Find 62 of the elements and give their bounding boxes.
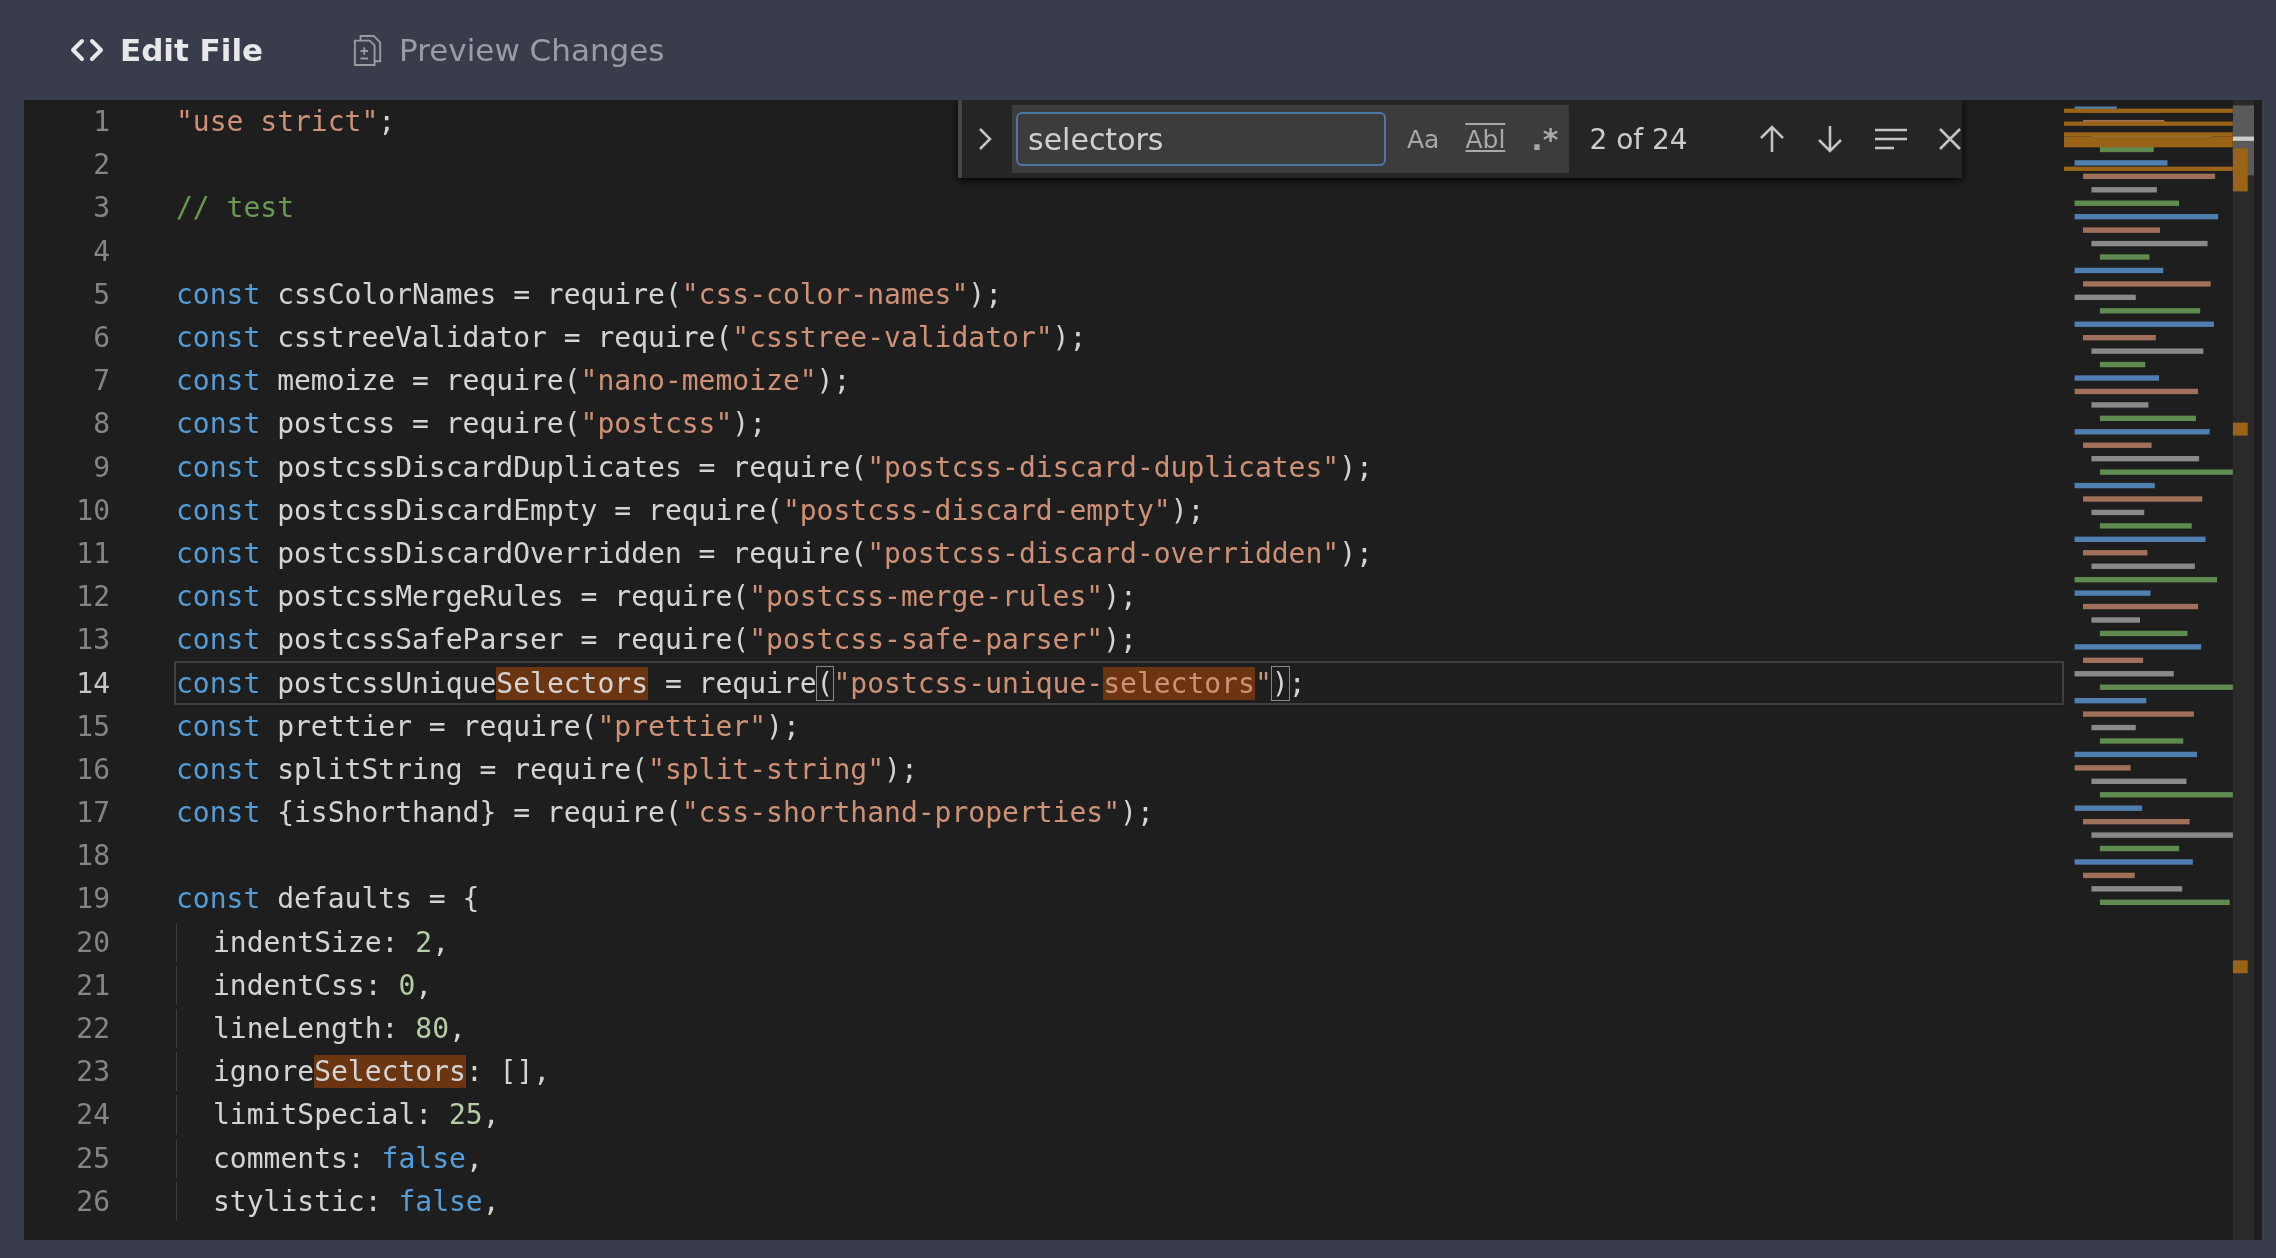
search-option-toggle[interactable]: Aa xyxy=(1402,121,1445,157)
line-number: 7 xyxy=(92,364,110,398)
line-number: 10 xyxy=(75,493,110,527)
search-option-toggle[interactable]: .* xyxy=(1526,118,1564,160)
line-number: 3 xyxy=(92,191,110,225)
lines-icon[interactable] xyxy=(1874,127,1908,151)
line-number: 1 xyxy=(92,105,110,139)
code-line: const csstreeValidator = require("csstree-validator"); xyxy=(175,320,1088,357)
code-line: "use strict"; xyxy=(175,104,397,141)
line-number: 22 xyxy=(75,1012,110,1046)
code-line: indentCss: 0, xyxy=(174,963,435,1007)
match-count: 2 of 24 xyxy=(1589,122,1689,156)
line-number: 11 xyxy=(75,536,110,570)
code-line: lineLength: 80, xyxy=(174,1006,468,1051)
code-line: const {isShorthand} = require("css-shorthand-properties"); xyxy=(175,795,1155,832)
code-line: const postcssDiscardDuplicates = require("postcss-discard-duplicates"); xyxy=(175,449,1374,486)
code-line: ignoreSelectors: [], xyxy=(174,1050,553,1094)
code-line: const postcssMergeRules = require("postcss-merge-rules"); xyxy=(175,579,1138,616)
code-line: const prettier = require("prettier"); xyxy=(175,708,801,745)
line-number: 16 xyxy=(75,752,110,786)
line-number: 9 xyxy=(92,450,110,484)
line-number: 19 xyxy=(75,882,110,916)
document-diff-icon xyxy=(353,32,384,68)
line-number: 5 xyxy=(92,277,110,311)
search-option-toggle[interactable]: Abl xyxy=(1460,121,1511,157)
code-line: const postcssSafeParser = require("postcss-safe-parser"); xyxy=(175,622,1138,659)
line-number: 14 xyxy=(75,666,110,700)
code-line: limitSpecial: 25, xyxy=(174,1093,502,1137)
code-line: stylistic: false, xyxy=(174,1179,502,1223)
line-number: 20 xyxy=(75,925,110,959)
line-number: 17 xyxy=(75,796,110,830)
close-icon[interactable] xyxy=(1938,127,1962,151)
arrow-up-icon[interactable] xyxy=(1758,124,1786,154)
code-line: const splitString = require("split-string"); xyxy=(175,751,919,788)
code-line: const defaults = { xyxy=(175,881,481,918)
code-line: const postcssDiscardEmpty = require("postcss-discard-empty"); xyxy=(175,492,1206,529)
line-number: 12 xyxy=(75,580,110,614)
arrow-down-icon[interactable] xyxy=(1816,124,1844,154)
line-number: 15 xyxy=(75,709,110,743)
line-number: 13 xyxy=(75,623,110,657)
code-line: const postcssDiscardOverridden = require("postcss-discard-overridden"); xyxy=(175,535,1374,572)
line-number: 2 xyxy=(92,148,110,182)
line-number: 21 xyxy=(75,968,110,1002)
line-number: 6 xyxy=(92,321,110,355)
chevron-right-icon[interactable] xyxy=(978,127,992,151)
line-number: 24 xyxy=(75,1098,110,1132)
line-number: 25 xyxy=(75,1141,110,1175)
code-line: comments: false, xyxy=(174,1136,485,1180)
code-line: const memoize = require("nano-memoize"); xyxy=(175,363,852,400)
tab[interactable]: Edit File xyxy=(70,28,264,72)
line-number: 26 xyxy=(75,1184,110,1218)
code-icon xyxy=(70,38,104,62)
search-field[interactable]: selectors xyxy=(1016,112,1386,166)
code-line: const cssColorNames = require("css-color-names"); xyxy=(175,276,1004,313)
line-number: 23 xyxy=(75,1055,110,1089)
line-number: 4 xyxy=(92,234,110,268)
line-number: 8 xyxy=(92,407,110,441)
code-line: // test xyxy=(175,190,295,227)
code-line: const postcss = require("postcss"); xyxy=(175,406,768,443)
tab[interactable]: Preview Changes xyxy=(353,28,665,72)
line-number: 18 xyxy=(75,839,110,873)
code-line: indentSize: 2, xyxy=(174,920,451,964)
